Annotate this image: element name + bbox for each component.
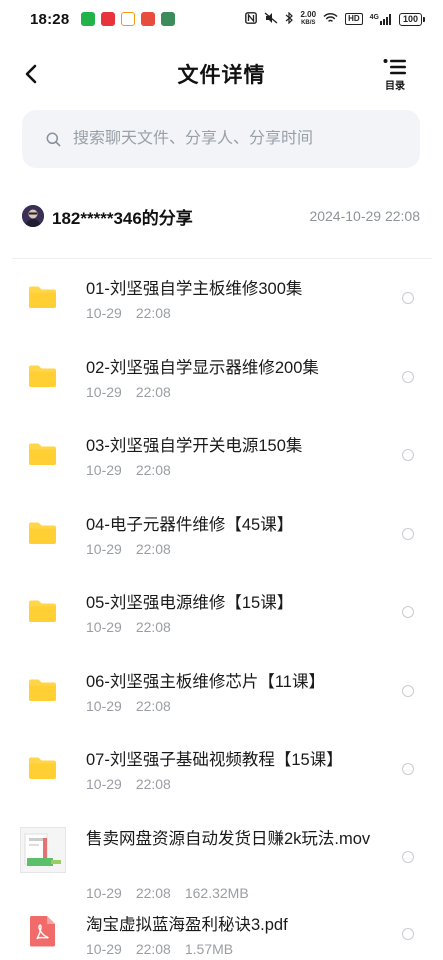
file-list-item[interactable]: 售卖网盘资源自动发货日赚2k玩法.mov 10-29 22:08 162.32MB xyxy=(0,809,443,901)
toc-label: 目录 xyxy=(385,81,405,92)
game-app-icon xyxy=(161,12,176,26)
file-name: 04-电子元器件维修【45课】 xyxy=(86,515,294,534)
select-radio[interactable] xyxy=(402,763,414,775)
wifi-icon xyxy=(323,12,338,26)
avatar[interactable] xyxy=(22,205,44,227)
file-meta: 10-29 22:08 xyxy=(86,776,171,792)
file-time: 22:08 xyxy=(135,383,171,400)
fivefive-app-icon xyxy=(121,12,136,26)
back-button[interactable] xyxy=(20,60,42,88)
share-title: 182*****346的分享 xyxy=(52,208,193,228)
file-list: 01-刘坚强自学主板维修300集 10-29 22:08 02-刘坚强自学显示器维… xyxy=(0,259,443,960)
file-list-item[interactable]: 02-刘坚强自学显示器维修200集 10-29 22:08 xyxy=(0,338,443,417)
battery-level: 100 xyxy=(398,12,422,26)
file-time: 22:08 xyxy=(135,619,171,635)
select-radio[interactable] xyxy=(402,927,414,940)
folder-icon xyxy=(29,522,56,544)
file-meta: 10-29 22:08 xyxy=(86,462,171,478)
file-date: 10-29 xyxy=(86,540,122,557)
nfc-icon xyxy=(245,12,258,26)
file-time: 22:08 xyxy=(135,776,171,792)
file-meta: 10-29 22:08 xyxy=(86,541,171,557)
battery-indicator: 100 xyxy=(398,12,425,26)
file-name: 02-刘坚强自学显示器维修200集 xyxy=(86,358,319,377)
file-name: 06-刘坚强主板维修芯片【11课】 xyxy=(86,672,325,691)
file-meta: 10-29 22:08 xyxy=(86,698,171,714)
folder-icon xyxy=(29,443,56,465)
share-time: 2024-10-29 22:08 xyxy=(309,208,420,224)
file-name: 03-刘坚强自学开关电源150集 xyxy=(86,437,303,455)
select-radio[interactable] xyxy=(402,370,414,383)
page-title: 文件详情 xyxy=(177,64,266,87)
search-bar[interactable] xyxy=(22,110,420,168)
wechat-app-icon xyxy=(81,12,96,26)
file-date: 10-29 xyxy=(86,940,122,957)
file-size: 1.57MB xyxy=(184,940,234,957)
video-thumbnail xyxy=(20,826,66,873)
cellular-signal-icon: 4G xyxy=(370,13,392,25)
mute-icon xyxy=(264,12,278,26)
battery-tip xyxy=(423,16,425,22)
file-list-item[interactable]: 05-刘坚强电源维修【15课】 10-29 22:08 xyxy=(0,573,443,652)
status-app-icons xyxy=(81,12,176,26)
file-list-item[interactable]: 01-刘坚强自学主板维修300集 10-29 22:08 xyxy=(0,259,443,338)
file-meta: 10-29 22:08 xyxy=(86,384,171,400)
file-meta: 10-29 22:08 xyxy=(86,305,171,321)
file-list-item[interactable]: 淘宝虚拟蓝海盈利秘诀3.pdf 10-29 22:08 1.57MB xyxy=(0,895,443,960)
select-radio[interactable] xyxy=(402,684,414,697)
file-list-item[interactable]: 06-刘坚强主板维修芯片【11课】 10-29 22:08 xyxy=(0,652,443,731)
folder-icon xyxy=(29,757,56,779)
news-app-icon xyxy=(101,12,116,26)
file-time: 22:08 xyxy=(135,305,171,321)
select-radio[interactable] xyxy=(402,527,414,540)
file-list-item[interactable]: 04-电子元器件维修【45课】 10-29 22:08 xyxy=(0,495,443,574)
page-header: 文件详情 目录 xyxy=(0,48,443,100)
file-time: 22:08 xyxy=(135,940,171,957)
file-time: 22:08 xyxy=(135,540,171,557)
folder-icon xyxy=(29,600,56,622)
folder-icon xyxy=(29,286,56,308)
file-date: 10-29 xyxy=(86,462,122,478)
search-input[interactable] xyxy=(73,130,403,148)
file-time: 22:08 xyxy=(135,697,171,714)
pdf-icon xyxy=(29,915,55,946)
share-header: 182*****346的分享 2024-10-29 22:08 xyxy=(22,200,420,232)
file-name: 05-刘坚强电源维修【15课】 xyxy=(86,594,294,612)
search-icon xyxy=(46,132,61,146)
shopping-app-icon xyxy=(141,12,156,26)
status-indicators: 2.00 KB/S HD 4G 100 xyxy=(245,11,425,27)
bluetooth-icon xyxy=(285,11,294,26)
folder-icon xyxy=(29,679,56,701)
file-name: 07-刘坚强子基础视频教程【15课】 xyxy=(86,751,343,769)
folder-icon xyxy=(29,365,56,387)
file-name: 01-刘坚强自学主板维修300集 xyxy=(86,280,303,298)
file-meta: 10-29 22:08 xyxy=(86,619,171,635)
file-meta: 10-29 22:08 1.57MB xyxy=(86,941,233,957)
file-date: 10-29 xyxy=(86,305,122,321)
file-list-item[interactable]: 03-刘坚强自学开关电源150集 10-29 22:08 xyxy=(0,416,443,495)
status-time: 18:28 xyxy=(30,10,70,28)
toc-button[interactable]: 目录 xyxy=(381,58,409,92)
file-time: 22:08 xyxy=(135,462,171,478)
file-date: 10-29 xyxy=(86,697,122,714)
hd-badge: HD xyxy=(345,13,363,25)
file-name: 淘宝虚拟蓝海盈利秘诀3.pdf xyxy=(86,915,288,934)
list-icon xyxy=(383,59,406,75)
file-name: 售卖网盘资源自动发货日赚2k玩法.mov xyxy=(86,829,371,848)
select-radio[interactable] xyxy=(402,606,414,618)
select-radio[interactable] xyxy=(402,449,414,461)
file-date: 10-29 xyxy=(86,619,122,635)
back-arrow-icon xyxy=(25,64,37,84)
file-list-item[interactable]: 07-刘坚强子基础视频教程【15课】 10-29 22:08 xyxy=(0,730,443,809)
select-radio[interactable] xyxy=(402,850,414,863)
file-date: 10-29 xyxy=(86,383,122,400)
select-radio[interactable] xyxy=(402,292,414,304)
status-bar: 18:28 2.00 KB/S HD 4G 100 xyxy=(0,0,443,38)
network-speed: 2.00 KB/S xyxy=(300,10,317,27)
file-date: 10-29 xyxy=(86,776,122,792)
